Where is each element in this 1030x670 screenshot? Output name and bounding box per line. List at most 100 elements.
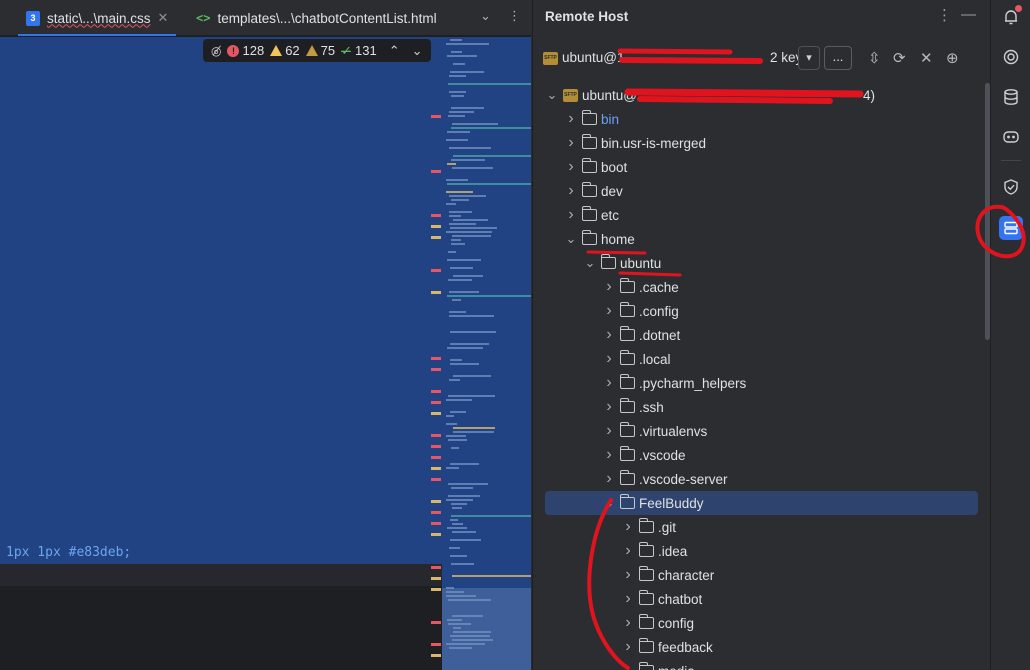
tab-main-css[interactable]: 3 static\...\main.css ✕ bbox=[18, 0, 177, 36]
error-marker[interactable] bbox=[431, 390, 441, 393]
chevron-right-icon[interactable]: › bbox=[621, 518, 635, 536]
previous-highlight-icon[interactable]: ⌃ bbox=[389, 43, 400, 59]
remote-host-icon[interactable] bbox=[999, 216, 1023, 240]
tree-folder[interactable]: › .local bbox=[602, 347, 671, 371]
database-icon[interactable] bbox=[1000, 86, 1022, 108]
code-editor[interactable]: 3 static\...\main.css ✕ <> templates\...… bbox=[0, 0, 531, 670]
error-marker[interactable] bbox=[431, 478, 441, 481]
tree-folder[interactable]: › .dotnet bbox=[602, 323, 680, 347]
tree-folder[interactable]: › .ssh bbox=[602, 395, 664, 419]
chevron-down-icon[interactable]: ⌄ bbox=[564, 231, 578, 247]
tree-folder[interactable]: › .git bbox=[621, 515, 676, 539]
warning-marker[interactable] bbox=[431, 412, 441, 415]
error-marker[interactable] bbox=[431, 368, 441, 371]
more-options-icon[interactable]: ⋮ bbox=[937, 6, 952, 24]
chevron-right-icon[interactable]: › bbox=[602, 374, 616, 392]
connection-name[interactable]: ubuntu@1 bbox=[562, 50, 625, 65]
warning-marker[interactable] bbox=[431, 291, 441, 294]
warning-marker[interactable] bbox=[431, 500, 441, 503]
close-icon[interactable]: ✕ bbox=[920, 49, 933, 67]
warning-marker[interactable] bbox=[431, 236, 441, 239]
collapse-all-icon[interactable]: ⇳ bbox=[868, 49, 881, 67]
chevron-right-icon[interactable]: › bbox=[602, 302, 616, 320]
error-marker[interactable] bbox=[431, 170, 441, 173]
error-marker[interactable] bbox=[431, 269, 441, 272]
error-marker[interactable] bbox=[431, 115, 441, 118]
refresh-icon[interactable]: ⟳ bbox=[893, 49, 906, 67]
tree-folder[interactable]: › config bbox=[621, 611, 694, 635]
error-marker[interactable] bbox=[431, 643, 441, 646]
error-marker[interactable] bbox=[431, 511, 441, 514]
chevron-right-icon[interactable]: › bbox=[602, 446, 616, 464]
tree-folder[interactable]: › bin.usr-is-merged bbox=[564, 131, 706, 155]
errors-count[interactable]: ! 128 bbox=[227, 43, 264, 58]
error-marker[interactable] bbox=[431, 357, 441, 360]
chevron-right-icon[interactable]: › bbox=[602, 350, 616, 368]
typos-count[interactable]: ✓̶ 131 bbox=[341, 43, 377, 59]
minimap[interactable] bbox=[442, 37, 531, 670]
security-icon[interactable] bbox=[1000, 176, 1022, 198]
file-tree[interactable]: ⌄ SFTP ubuntu@ 4) › bin › bin.usr-is-merged › boo… bbox=[533, 83, 978, 670]
minimize-icon[interactable]: — bbox=[961, 6, 976, 23]
tree-folder[interactable]: › .config bbox=[602, 299, 679, 323]
tree-folder[interactable]: ⌄ ubuntu bbox=[583, 251, 661, 275]
error-marker[interactable] bbox=[431, 401, 441, 404]
ai-assistant-icon[interactable] bbox=[1000, 46, 1022, 68]
error-marker[interactable] bbox=[431, 445, 441, 448]
chevron-right-icon[interactable]: › bbox=[602, 398, 616, 416]
weak-warnings-count[interactable]: 75 bbox=[305, 43, 335, 58]
tree-folder[interactable]: › character bbox=[621, 563, 714, 587]
chevron-right-icon[interactable]: › bbox=[564, 158, 578, 176]
close-icon[interactable]: ✕ bbox=[158, 10, 169, 26]
chevron-right-icon[interactable]: › bbox=[621, 614, 635, 632]
copilot-icon[interactable] bbox=[1000, 126, 1022, 148]
warning-marker[interactable] bbox=[431, 577, 441, 580]
browse-button[interactable]: ... bbox=[824, 46, 852, 70]
tree-folder[interactable]: › .vscode-server bbox=[602, 467, 728, 491]
chevron-right-icon[interactable]: › bbox=[602, 470, 616, 488]
tab-chatbot-content-list[interactable]: <> templates\...\chatbotContentList.html bbox=[188, 0, 445, 36]
tree-folder[interactable]: › chatbot bbox=[621, 587, 702, 611]
connection-dropdown[interactable]: ▾ bbox=[798, 46, 820, 70]
error-marker[interactable] bbox=[431, 456, 441, 459]
chevron-right-icon[interactable]: › bbox=[621, 542, 635, 560]
tree-folder[interactable]: › bin bbox=[564, 107, 619, 131]
inspections-widget[interactable]: ◎̸ ! 128 62 75 ✓̶ 131 ⌃ ⌄ bbox=[203, 39, 431, 62]
tree-folder[interactable]: › .vscode bbox=[602, 443, 686, 467]
error-marker[interactable] bbox=[431, 566, 441, 569]
tree-folder[interactable]: › dev bbox=[564, 179, 623, 203]
error-marker[interactable] bbox=[431, 214, 441, 217]
notifications-icon[interactable] bbox=[1000, 5, 1022, 28]
warning-marker[interactable] bbox=[431, 654, 441, 657]
chevron-right-icon[interactable]: › bbox=[621, 662, 635, 670]
next-highlight-icon[interactable]: ⌄ bbox=[412, 43, 423, 59]
tree-folder[interactable]: › .pycharm_helpers bbox=[602, 371, 746, 395]
warning-marker[interactable] bbox=[431, 533, 441, 536]
chevron-right-icon[interactable]: › bbox=[621, 566, 635, 584]
warning-marker[interactable] bbox=[431, 588, 441, 591]
chevron-down-icon[interactable]: ⌄ bbox=[583, 255, 597, 271]
tree-folder[interactable]: ⌄ FeelBuddy bbox=[545, 491, 978, 515]
chevron-right-icon[interactable]: › bbox=[602, 326, 616, 344]
more-options-icon[interactable]: ⋮ bbox=[508, 8, 521, 24]
chevron-right-icon[interactable]: › bbox=[602, 422, 616, 440]
chevron-right-icon[interactable]: › bbox=[621, 638, 635, 656]
chevron-right-icon[interactable]: › bbox=[621, 590, 635, 608]
error-marker[interactable] bbox=[431, 522, 441, 525]
error-marker[interactable] bbox=[431, 621, 441, 624]
reader-mode-icon[interactable]: ◎̸ bbox=[211, 44, 221, 58]
error-marker[interactable] bbox=[431, 434, 441, 437]
chevron-right-icon[interactable]: › bbox=[564, 134, 578, 152]
tree-folder[interactable]: › boot bbox=[564, 155, 627, 179]
chevron-right-icon[interactable]: › bbox=[564, 182, 578, 200]
chevron-down-icon[interactable]: ⌄ bbox=[480, 8, 491, 24]
tree-folder[interactable]: › feedback bbox=[621, 635, 713, 659]
locate-icon[interactable]: ⊕ bbox=[946, 49, 959, 67]
tree-folder[interactable]: › .virtualenvs bbox=[602, 419, 707, 443]
tree-folder[interactable]: › media bbox=[621, 659, 695, 670]
tree-folder[interactable]: › .cache bbox=[602, 275, 679, 299]
tree-folder[interactable]: ⌄ home bbox=[564, 227, 635, 251]
chevron-down-icon[interactable]: ⌄ bbox=[602, 495, 616, 511]
warnings-count[interactable]: 62 bbox=[270, 43, 300, 58]
chevron-right-icon[interactable]: › bbox=[564, 110, 578, 128]
